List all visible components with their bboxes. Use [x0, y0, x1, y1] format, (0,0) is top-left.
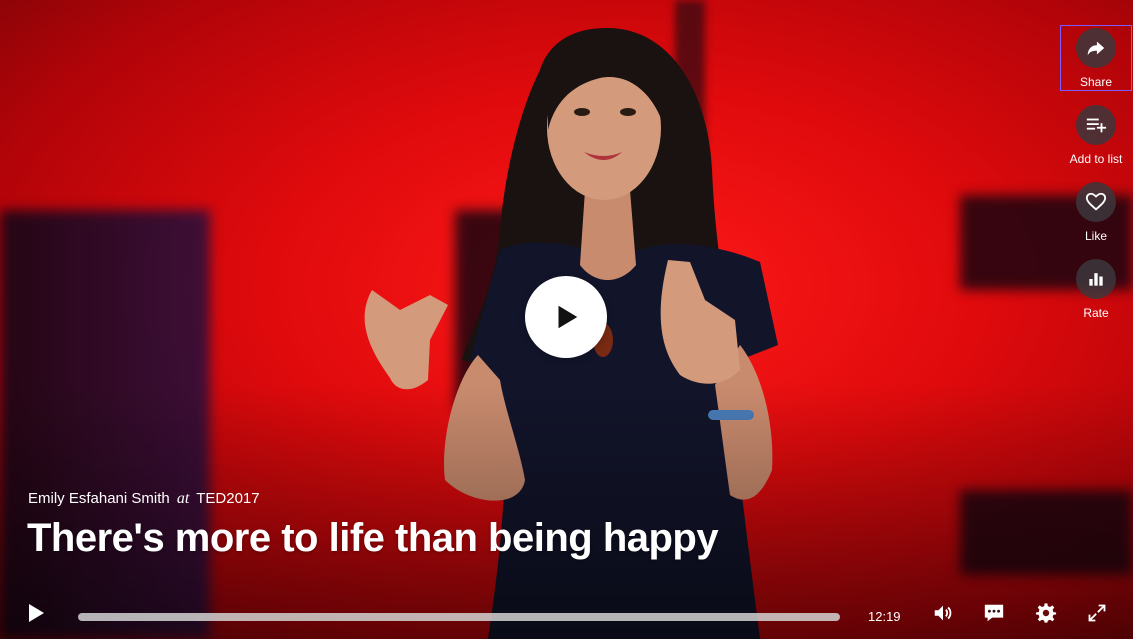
rate-label: Rate	[1083, 306, 1109, 320]
captions-button[interactable]	[981, 600, 1007, 626]
talk-byline: Emily Esfahani Smith at TED2017	[28, 490, 260, 508]
action-rail: Share Add to list Like Rate	[1059, 25, 1133, 334]
event-name[interactable]: TED2017	[196, 490, 259, 507]
play-icon	[558, 305, 578, 329]
volume-button[interactable]	[930, 600, 956, 626]
share-label: Share	[1079, 75, 1113, 89]
play-button[interactable]	[24, 601, 48, 625]
settings-button[interactable]	[1033, 600, 1059, 626]
captions-icon	[984, 604, 1004, 622]
duration-label: 12:19	[868, 609, 901, 624]
like-button[interactable]: Like	[1061, 180, 1131, 244]
fullscreen-icon	[1088, 604, 1106, 622]
like-label: Like	[1084, 229, 1107, 243]
fullscreen-button[interactable]	[1084, 600, 1110, 626]
rate-button[interactable]: Rate	[1061, 257, 1131, 321]
volume-icon	[934, 605, 952, 621]
control-bar: 12:19	[0, 589, 1133, 639]
share-button[interactable]: Share	[1060, 25, 1132, 91]
bar-chart-icon	[1076, 259, 1116, 299]
play-icon	[29, 604, 44, 622]
talk-title: There's more to life than being happy	[27, 516, 719, 560]
gear-icon	[1035, 603, 1057, 623]
video-player[interactable]: Share Add to list Like Rate Emily Esfaha…	[0, 0, 1133, 639]
playlist-add-icon	[1076, 105, 1116, 145]
add-to-list-button[interactable]: Add to list	[1061, 103, 1131, 167]
add-to-list-label: Add to list	[1069, 152, 1123, 166]
share-arrow-icon	[1076, 28, 1116, 68]
at-word: at	[176, 490, 190, 507]
heart-icon	[1076, 182, 1116, 222]
speaker-name[interactable]: Emily Esfahani Smith	[28, 490, 170, 507]
progress-bar[interactable]	[78, 613, 840, 621]
center-play-button[interactable]	[525, 276, 607, 358]
